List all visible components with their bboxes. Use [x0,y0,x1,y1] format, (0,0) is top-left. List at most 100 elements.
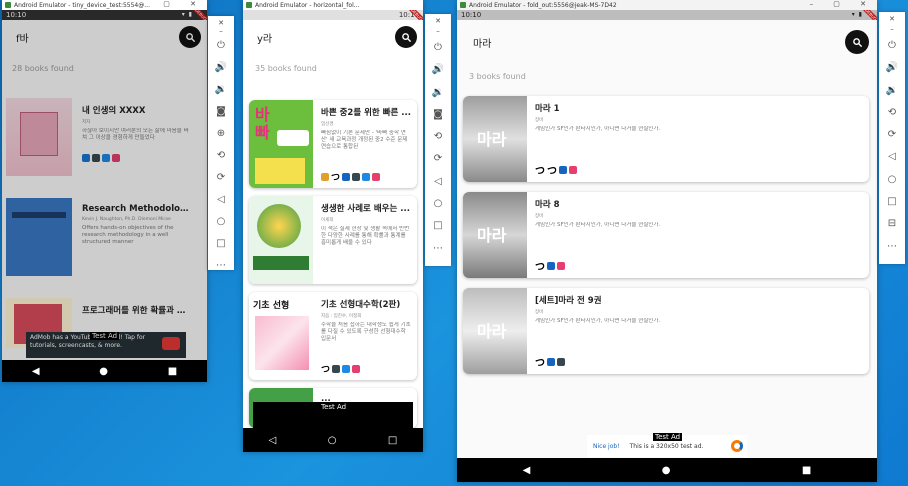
book-cover [6,98,72,176]
minimize-icon[interactable]: – [219,27,223,35]
store-links: つ [535,354,565,369]
close-icon[interactable]: ✕ [889,15,895,25]
play-store-icon[interactable] [342,172,351,181]
back-icon[interactable]: ◀ [32,366,40,377]
book-list-item[interactable]: Research Methodology in ... Kevin J. Nau… [6,198,196,276]
search-button[interactable] [179,26,201,48]
play-store-icon[interactable] [547,261,555,270]
store-icon[interactable] [352,172,361,181]
overview-icon[interactable]: □ [433,215,442,237]
yes24-icon[interactable] [342,364,351,373]
home-icon[interactable]: ○ [217,211,226,233]
back-icon[interactable]: ◁ [434,171,442,193]
power-icon[interactable]: ⏻ [888,35,896,57]
book-card[interactable]: 바빠 바쁜 중2를 위한 빠른 ... 엄선경 빠짐없이 기본 문제만 - '바… [249,100,417,188]
book-card[interactable]: 마라 [세트]마라 전 9권 장비 게임인가 SF인가 판타지인가, 아니면 다… [463,288,869,374]
zoom-icon[interactable]: ⊕ [217,123,225,145]
home-icon[interactable]: ● [99,366,108,377]
home-icon[interactable]: ○ [434,193,443,215]
ridi-icon[interactable]: つ [321,362,330,375]
volume-up-icon[interactable]: 🔊 [215,57,227,79]
rotate-right-icon[interactable]: ⟳ [888,124,896,146]
camera-icon[interactable]: ◙ [216,101,226,123]
power-icon[interactable]: ⏻ [217,35,225,57]
search-icon [185,32,195,42]
volume-down-icon[interactable]: 🔉 [432,82,444,104]
rotate-right-icon[interactable]: ⟳ [217,167,225,189]
minimize-icon[interactable]: – [890,25,894,35]
window-title-bar[interactable]: Android Emulator - fold_out:5556@jeak-MS… [457,0,877,10]
book-cover: 마라 [463,96,527,182]
more-icon[interactable]: ⋯ [887,236,897,258]
store-icon[interactable] [92,154,100,162]
yes24-icon[interactable] [102,154,110,162]
back-icon[interactable]: ◁ [217,189,225,211]
results-count: 35 books found [255,64,317,73]
more-icon[interactable]: ⋯ [216,255,226,277]
search-input[interactable]: 마라 [473,35,845,50]
kyobo-icon[interactable] [557,261,565,270]
rotate-right-icon[interactable]: ⟳ [434,148,442,170]
recents-icon[interactable]: ■ [168,366,177,377]
kyobo-icon[interactable] [372,172,381,181]
play-store-icon[interactable] [559,165,567,174]
overview-icon[interactable]: □ [887,191,896,213]
home-icon[interactable]: ● [662,465,671,476]
store-icon[interactable] [321,172,329,181]
rotate-left-icon[interactable]: ⟲ [217,145,225,167]
rotate-left-icon[interactable]: ⟲ [888,102,896,124]
store-icon[interactable] [557,357,565,366]
search-input[interactable]: y라 [257,30,395,45]
minimize-icon[interactable]: – [436,27,440,37]
kyobo-icon[interactable] [569,165,577,174]
store-icon[interactable] [332,364,341,373]
recents-icon[interactable]: □ [388,435,397,446]
power-icon[interactable]: ⏻ [434,37,442,59]
window-title-bar[interactable]: Android Emulator - horizontal_fol... [243,0,423,10]
search-button[interactable] [395,26,417,48]
ridi-icon[interactable]: つ [535,162,545,177]
window-controls[interactable]: – ▢ ✕ [810,0,875,8]
ridi-icon[interactable]: つ [331,170,340,183]
volume-down-icon[interactable]: 🔉 [886,80,898,102]
rotate-left-icon[interactable]: ⟲ [434,126,442,148]
home-icon[interactable]: ○ [328,435,337,446]
book-author: 엄선경 [321,122,334,127]
back-icon[interactable]: ◁ [888,146,896,168]
test-ad-label: Test Ad [319,403,349,411]
emulator-window-2: Android Emulator - horizontal_fol... 10:… [243,0,423,452]
emulator-toolbar-2: ✕ – ⏻ 🔊 🔉 ◙ ⟲ ⟳ ◁ ○ □ ⋯ [425,14,451,266]
book-card[interactable]: 생생한 사례로 배우는 ... 이세희 이 책은 실제 현장 및 생활 속에서 … [249,196,417,284]
yes24-icon[interactable] [362,172,371,181]
search-input[interactable]: f바 [16,30,179,45]
window-title-bar[interactable]: Android Emulator - tiny_device_test:5554… [2,0,207,10]
close-icon[interactable]: ✕ [435,17,441,27]
more-icon[interactable]: ⋯ [433,238,443,260]
fold-icon[interactable]: ⊟ [888,213,896,235]
book-card[interactable]: 마라 마라 8 장비 게임인가 SF인가 판타지인가, 아니면 다거울 현실인가… [463,192,869,278]
back-icon[interactable]: ◁ [269,435,277,446]
play-store-icon[interactable] [82,154,90,162]
ridi-icon[interactable]: つ [535,258,545,273]
volume-down-icon[interactable]: 🔉 [215,79,227,101]
back-icon[interactable]: ◀ [523,465,531,476]
window-controls[interactable]: – ▢ ✕ [140,0,205,8]
volume-up-icon[interactable]: 🔊 [432,59,444,81]
book-description: 게임인가 SF인가 판타지인가, 아니면 다거울 현실인가. [535,318,661,324]
window-title: Android Emulator - tiny_device_test:5554… [14,1,150,9]
book-card[interactable]: 마라 마라 1 장비 게임인가 SF인가 판타지인가, 아니면 다거울 현실인가… [463,96,869,182]
search-button[interactable] [845,30,869,54]
recents-icon[interactable]: ■ [802,465,811,476]
millie-icon[interactable]: つ [547,162,557,177]
overview-icon[interactable]: □ [216,233,225,255]
volume-up-icon[interactable]: 🔊 [886,57,898,79]
book-card[interactable]: 기초 선형 기초 선형대수학(2판) 지음 : 임진수, 이정희 수학을 처음 … [249,292,417,380]
kyobo-icon[interactable] [112,154,120,162]
play-store-icon[interactable] [547,357,555,366]
close-icon[interactable]: ✕ [218,19,224,27]
camera-icon[interactable]: ◙ [433,104,443,126]
home-icon[interactable]: ○ [888,169,897,191]
kyobo-icon[interactable] [352,364,361,373]
ridi-icon[interactable]: つ [535,354,545,369]
book-list-item[interactable]: 내 인생의 XXXX 저자 하찮아 보이지만 여러분의 모든 삶에 마음을 바쳐… [6,98,196,176]
